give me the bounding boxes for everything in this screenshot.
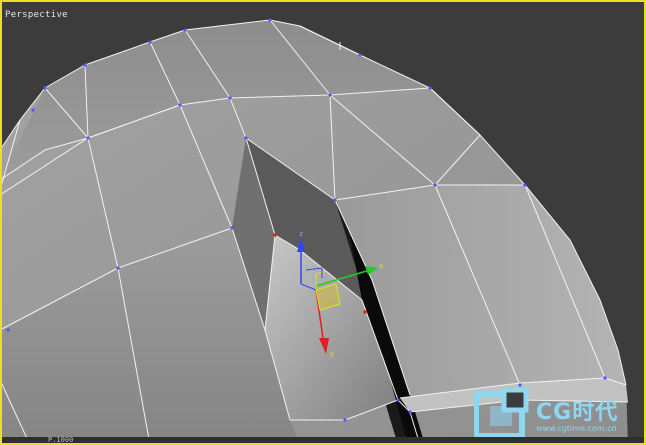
gizmo-y-label: y — [330, 350, 334, 358]
mesh-scene[interactable]: z x y — [0, 0, 646, 445]
watermark-title: CG时代 — [536, 400, 619, 425]
gizmo-z-label: z — [299, 230, 303, 238]
perspective-viewport[interactable]: z x y Perspective CG时代 www.cgtime.com.cn… — [0, 0, 646, 445]
viewport-label[interactable]: Perspective — [5, 10, 68, 20]
cg-logo-icon — [474, 388, 529, 439]
status-bar: P.1000 — [0, 436, 646, 445]
watermark: CG时代 www.cgtime.com.cn — [474, 386, 644, 442]
status-text: P.1000 — [48, 436, 74, 444]
watermark-url: www.cgtime.com.cn — [536, 424, 617, 433]
gizmo-x-label: x — [379, 262, 383, 270]
